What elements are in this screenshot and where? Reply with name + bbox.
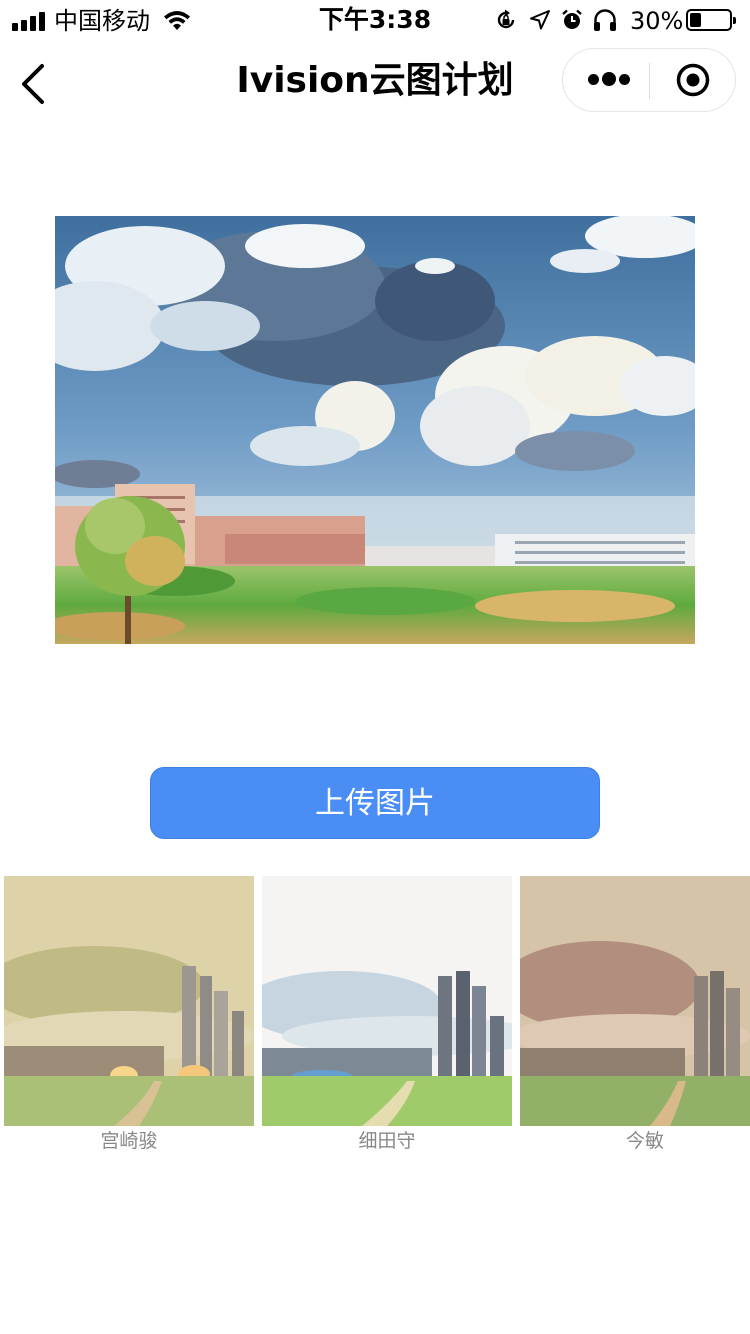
close-target-icon [676,63,710,97]
battery-percent: 30% [630,7,684,35]
orientation-lock-icon [497,9,515,29]
style-thumbnail [262,876,512,1126]
battery-icon [686,9,736,31]
style-thumbnail [4,876,254,1126]
back-button[interactable] [14,62,54,106]
style-item-hosoda[interactable]: 细田守 [262,876,512,1166]
capsule-menu [562,48,736,112]
headphones-icon [594,9,616,31]
main-preview-image [55,216,695,644]
nav-bar: Ivision云图计划 [0,40,750,128]
status-bar: 中国移动 下午3:38 30% [0,0,750,40]
style-label: 今敏 [625,1130,664,1152]
alarm-icon [562,9,582,29]
battery-level [690,13,701,27]
style-item-miyazaki[interactable]: 宫崎骏 [4,876,254,1166]
style-label: 宫崎骏 [100,1130,158,1152]
page-title: Ivision云图计划 [236,60,514,101]
style-list: 宫崎骏 细田守 今敏 [0,876,750,1166]
more-button[interactable] [563,49,649,111]
back-icon [22,64,44,104]
status-icons [492,8,620,34]
style-item-kon[interactable]: 今敏 [520,876,750,1166]
upload-image-button[interactable]: 上传图片 [150,767,600,839]
style-thumbnail [520,876,750,1126]
style-label: 细田守 [358,1130,416,1152]
location-icon [530,10,550,30]
close-button[interactable] [650,49,736,111]
